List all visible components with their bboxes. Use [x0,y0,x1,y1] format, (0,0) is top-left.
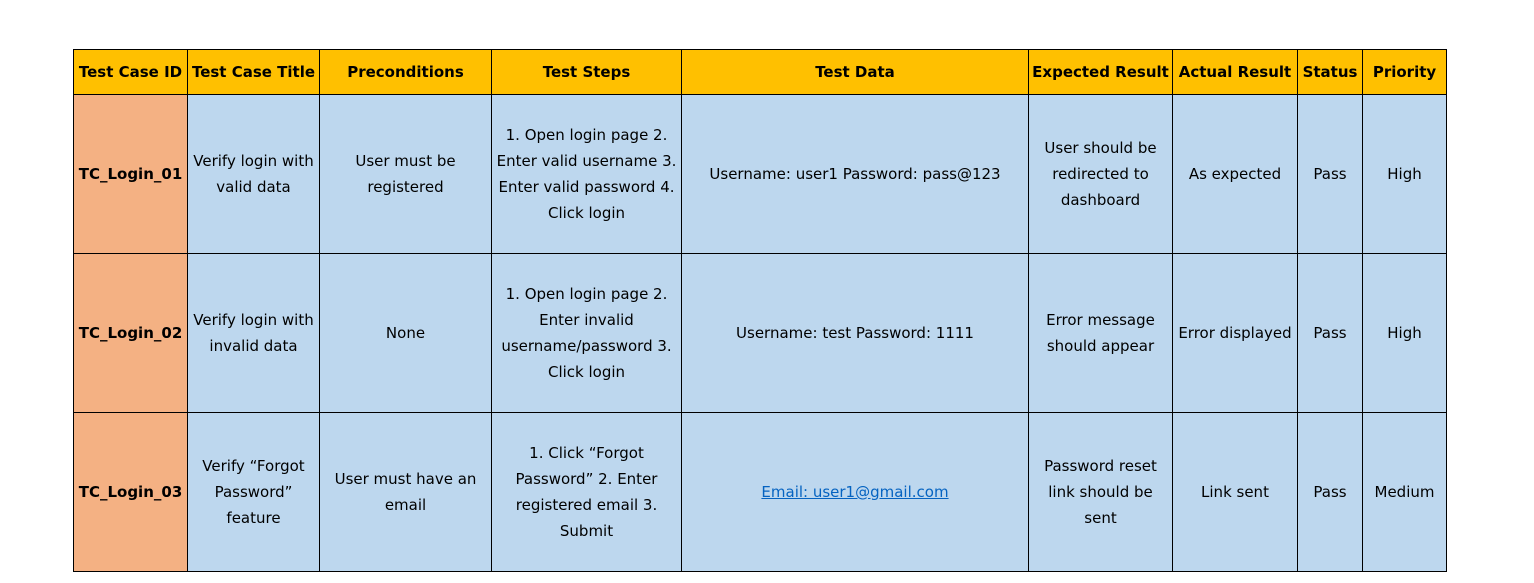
cell-status[interactable]: Pass [1297,412,1363,572]
cell-priority[interactable]: High [1362,94,1447,254]
column-header-test-case-id[interactable]: Test Case ID [73,49,188,95]
cell-test-case-title[interactable]: Verify login with valid data [187,94,320,254]
cell-expected-result[interactable]: Password reset link should be sent [1028,412,1173,572]
column-header-test-case-title[interactable]: Test Case Title [187,49,320,95]
header-row: Test Case ID Test Case Title Preconditio… [73,49,1447,95]
cell-test-data[interactable]: Username: user1 Password: pass@123 [681,94,1029,254]
cell-preconditions[interactable]: User must be registered [319,94,492,254]
column-header-preconditions[interactable]: Preconditions [319,49,492,95]
email-link[interactable]: Email: user1@gmail.com [761,483,948,501]
column-header-actual-result[interactable]: Actual Result [1172,49,1298,95]
column-header-expected-result[interactable]: Expected Result [1028,49,1173,95]
cell-priority[interactable]: High [1362,253,1447,413]
cell-test-steps[interactable]: 1. Open login page 2. Enter valid userna… [491,94,682,254]
cell-preconditions[interactable]: User must have an email [319,412,492,572]
cell-actual-result[interactable]: Link sent [1172,412,1298,572]
cell-actual-result[interactable]: Error displayed [1172,253,1298,413]
table-row: TC_Login_01 Verify login with valid data… [73,94,1447,254]
cell-test-steps[interactable]: 1. Click “Forgot Password” 2. Enter regi… [491,412,682,572]
column-header-test-data[interactable]: Test Data [681,49,1029,95]
column-header-priority[interactable]: Priority [1362,49,1447,95]
cell-expected-result[interactable]: Error message should appear [1028,253,1173,413]
column-header-test-steps[interactable]: Test Steps [491,49,682,95]
cell-status[interactable]: Pass [1297,94,1363,254]
test-case-sheet: Test Case ID Test Case Title Preconditio… [73,49,1447,572]
cell-preconditions[interactable]: None [319,253,492,413]
cell-priority[interactable]: Medium [1362,412,1447,572]
table-row: TC_Login_02 Verify login with invalid da… [73,253,1447,413]
column-header-status[interactable]: Status [1297,49,1363,95]
cell-test-case-title[interactable]: Verify “Forgot Password” feature [187,412,320,572]
cell-test-steps[interactable]: 1. Open login page 2. Enter invalid user… [491,253,682,413]
cell-test-case-id[interactable]: TC_Login_03 [73,412,188,572]
cell-status[interactable]: Pass [1297,253,1363,413]
cell-expected-result[interactable]: User should be redirected to dashboard [1028,94,1173,254]
test-case-table: Test Case ID Test Case Title Preconditio… [73,49,1447,572]
table-row: TC_Login_03 Verify “Forgot Password” fea… [73,412,1447,572]
cell-test-data[interactable]: Username: test Password: 1111 [681,253,1029,413]
cell-actual-result[interactable]: As expected [1172,94,1298,254]
cell-test-data[interactable]: Email: user1@gmail.com [681,412,1029,572]
cell-test-case-id[interactable]: TC_Login_01 [73,94,188,254]
cell-test-case-id[interactable]: TC_Login_02 [73,253,188,413]
cell-test-case-title[interactable]: Verify login with invalid data [187,253,320,413]
